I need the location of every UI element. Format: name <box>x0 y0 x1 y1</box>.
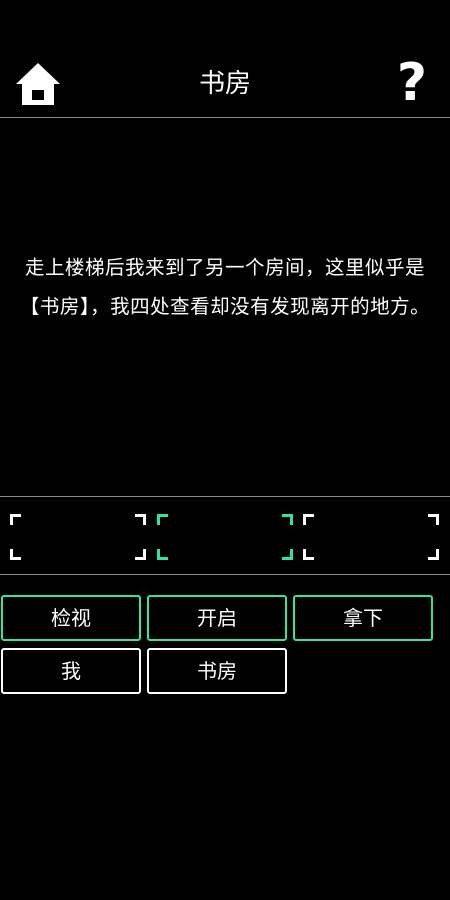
inventory-slot-1[interactable] <box>10 514 146 560</box>
page-title: 书房 <box>198 69 251 99</box>
help-button[interactable]: ? <box>392 56 432 110</box>
inventory-bar <box>0 496 450 575</box>
slot-corner <box>303 549 314 560</box>
slot-corner <box>157 549 168 560</box>
slot-corner <box>135 514 146 525</box>
examine-button[interactable]: 检视 <box>1 595 141 641</box>
slot-corner <box>428 549 439 560</box>
slot-corner <box>282 549 293 560</box>
story-text: 走上楼梯后我来到了另一个房间，这里似乎是【书房】，我四处查看却没有发现离开的地方… <box>19 256 431 318</box>
target-self-button[interactable]: 我 <box>1 648 141 694</box>
header-bar: 书房 ? <box>0 0 450 118</box>
slot-corner <box>282 514 293 525</box>
slot-corner <box>135 549 146 560</box>
open-button[interactable]: 开启 <box>147 595 287 641</box>
slot-corner <box>428 514 439 525</box>
target-study-button[interactable]: 书房 <box>147 648 287 694</box>
slot-corner <box>10 514 21 525</box>
slot-corner <box>10 549 21 560</box>
slot-corner <box>303 514 314 525</box>
inventory-slot-2[interactable] <box>157 514 293 560</box>
inventory-slot-3[interactable] <box>303 514 439 560</box>
game-screen: 书房 ? 走上楼梯后我来到了另一个房间，这里似乎是【书房】，我四处查看却没有发现… <box>0 0 450 900</box>
take-down-button[interactable]: 拿下 <box>293 595 433 641</box>
slot-corner <box>157 514 168 525</box>
